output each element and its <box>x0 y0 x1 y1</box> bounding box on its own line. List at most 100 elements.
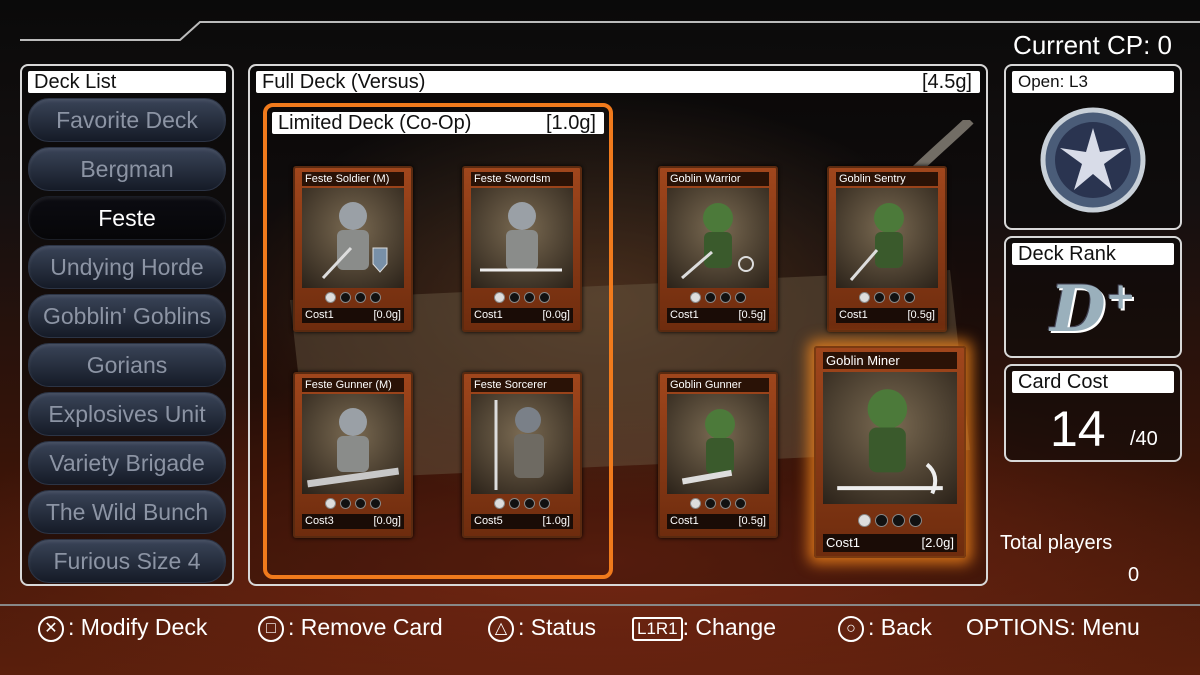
control-label: : Modify Deck <box>68 614 208 640</box>
card-footer: Cost5 [1.0g] <box>471 514 573 529</box>
deck-item-undying-horde[interactable]: Undying Horde <box>28 245 226 289</box>
card-cost: Cost1 <box>826 535 860 550</box>
card-level-dots <box>829 292 945 303</box>
card-goblin-gunner[interactable]: Goblin Gunner Cost1 [0.5g] <box>658 372 778 538</box>
deck-item-favorite[interactable]: Favorite Deck <box>28 98 226 142</box>
deck-rank-panel: Deck Rank D+ <box>1004 236 1182 358</box>
l1r1-button-icon: L1R1 <box>632 616 683 641</box>
card-cost: Cost1 <box>839 309 868 321</box>
card-level-dots <box>660 498 776 509</box>
card-cost: Cost5 <box>474 515 503 527</box>
card-gold: [0.5g] <box>738 515 766 527</box>
card-footer: Cost1 [0.0g] <box>471 308 573 323</box>
card-feste-sorcerer[interactable]: Feste Sorcerer Cost5 [1.0g] <box>462 372 582 538</box>
card-level-dots <box>816 514 964 527</box>
limited-deck-header: Limited Deck (Co-Op) [1.0g] <box>272 112 604 134</box>
control-status[interactable]: △: Status <box>488 614 596 642</box>
goblin-pickaxe-art <box>823 372 957 504</box>
sorcerer-staff-art <box>471 394 573 494</box>
card-feste-soldier[interactable]: Feste Soldier (M) Cost1 [0.0g] <box>293 166 413 332</box>
card-level-dots <box>464 292 580 303</box>
card-cost: Cost1 <box>670 515 699 527</box>
card-name: Feste Sorcerer <box>471 378 573 392</box>
control-label: : Change <box>682 614 776 640</box>
card-name: Goblin Warrior <box>667 172 769 186</box>
triangle-button-icon: △ <box>488 615 514 642</box>
card-goblin-warrior[interactable]: Goblin Warrior Cost1 [0.5g] <box>658 166 778 332</box>
card-name: Feste Soldier (M) <box>302 172 404 186</box>
open-level-label: Open: L3 <box>1012 71 1174 93</box>
deck-item-explosives-unit[interactable]: Explosives Unit <box>28 392 226 436</box>
cross-button-icon: ✕ <box>38 615 64 642</box>
knight-gun-art <box>302 394 404 494</box>
bottom-divider <box>0 604 1200 606</box>
card-gold: [2.0g] <box>921 535 954 550</box>
card-footer: Cost1 [2.0g] <box>823 534 957 552</box>
control-label: : Back <box>868 614 932 640</box>
full-deck-title: Full Deck (Versus) <box>262 71 426 93</box>
card-feste-swordsman[interactable]: Feste Swordsm Cost1 [0.0g] <box>462 166 582 332</box>
card-name: Goblin Gunner <box>667 378 769 392</box>
control-label: : Remove Card <box>288 614 443 640</box>
card-gold: [0.0g] <box>373 515 401 527</box>
goblin-mace-art <box>667 188 769 288</box>
card-name: Feste Gunner (M) <box>302 378 404 392</box>
card-cost: Cost3 <box>305 515 334 527</box>
winged-crest-emblem-icon <box>1040 107 1146 213</box>
control-change[interactable]: L1R1: Change <box>632 614 776 641</box>
options-button-label: OPTIONS <box>966 614 1070 640</box>
limited-deck-title: Limited Deck (Co-Op) <box>278 112 472 134</box>
total-players-value: 0 <box>1128 564 1140 586</box>
goblin-gun-art <box>667 394 769 494</box>
rank-letter: D <box>1050 272 1106 347</box>
card-goblin-sentry[interactable]: Goblin Sentry Cost1 [0.5g] <box>827 166 947 332</box>
deck-item-variety-brigade[interactable]: Variety Brigade <box>28 441 226 485</box>
card-cost: Cost1 <box>670 309 699 321</box>
card-cost: Cost1 <box>305 309 334 321</box>
knight-sword-art <box>471 188 573 288</box>
deck-list-title: Deck List <box>28 71 226 93</box>
deck-item-bergman[interactable]: Bergman <box>28 147 226 191</box>
deck-item-gobblin-goblins[interactable]: Gobblin' Goblins <box>28 294 226 338</box>
deck-item-gorians[interactable]: Gorians <box>28 343 226 387</box>
card-gold: [1.0g] <box>542 515 570 527</box>
deck-item-feste[interactable]: Feste <box>28 196 226 240</box>
card-feste-gunner[interactable]: Feste Gunner (M) Cost3 [0.0g] <box>293 372 413 538</box>
knight-shield-art <box>302 188 404 288</box>
card-cost-panel: Card Cost 14 /40 <box>1004 364 1182 462</box>
deck-item-furious-size-4[interactable]: Furious Size 4 <box>28 539 226 583</box>
card-footer: Cost1 [0.5g] <box>836 308 938 323</box>
total-players-label: Total players <box>1000 532 1113 554</box>
full-deck-cost: [4.5g] <box>921 71 972 93</box>
card-footer: Cost1 [0.5g] <box>667 514 769 529</box>
card-gold: [0.5g] <box>907 309 935 321</box>
control-remove-card[interactable]: □: Remove Card <box>258 614 443 642</box>
open-panel: Open: L3 <box>1004 64 1182 230</box>
deck-rank-title: Deck Rank <box>1012 243 1174 265</box>
card-gold: [0.0g] <box>542 309 570 321</box>
deck-rank-value: D+ <box>1006 272 1180 347</box>
card-name: Goblin Miner <box>823 352 957 369</box>
limited-deck-cost: [1.0g] <box>545 112 596 134</box>
card-goblin-miner-selected[interactable]: Goblin Miner Cost1 [2.0g] <box>814 346 966 558</box>
control-modify-deck[interactable]: ✕: Modify Deck <box>38 614 207 642</box>
goblin-spear-art <box>836 188 938 288</box>
control-back[interactable]: ○: Back <box>838 614 932 642</box>
deck-item-wild-bunch[interactable]: The Wild Bunch <box>28 490 226 534</box>
card-footer: Cost3 [0.0g] <box>302 514 404 529</box>
card-cost-title: Card Cost <box>1012 371 1174 393</box>
control-menu[interactable]: OPTIONS: Menu <box>966 614 1140 641</box>
square-button-icon: □ <box>258 615 284 642</box>
card-gold: [0.5g] <box>738 309 766 321</box>
card-level-dots <box>660 292 776 303</box>
card-cost-max: /40 <box>1130 428 1158 450</box>
card-cost: Cost1 <box>474 309 503 321</box>
card-level-dots <box>295 292 411 303</box>
card-footer: Cost1 [0.5g] <box>667 308 769 323</box>
full-deck-header: Full Deck (Versus) [4.5g] <box>256 71 980 93</box>
card-level-dots <box>295 498 411 509</box>
deck-list-panel: Deck List Favorite Deck Bergman Feste Un… <box>20 64 234 586</box>
circle-button-icon: ○ <box>838 615 864 642</box>
control-label: : Status <box>518 614 596 640</box>
card-gold: [0.0g] <box>373 309 401 321</box>
